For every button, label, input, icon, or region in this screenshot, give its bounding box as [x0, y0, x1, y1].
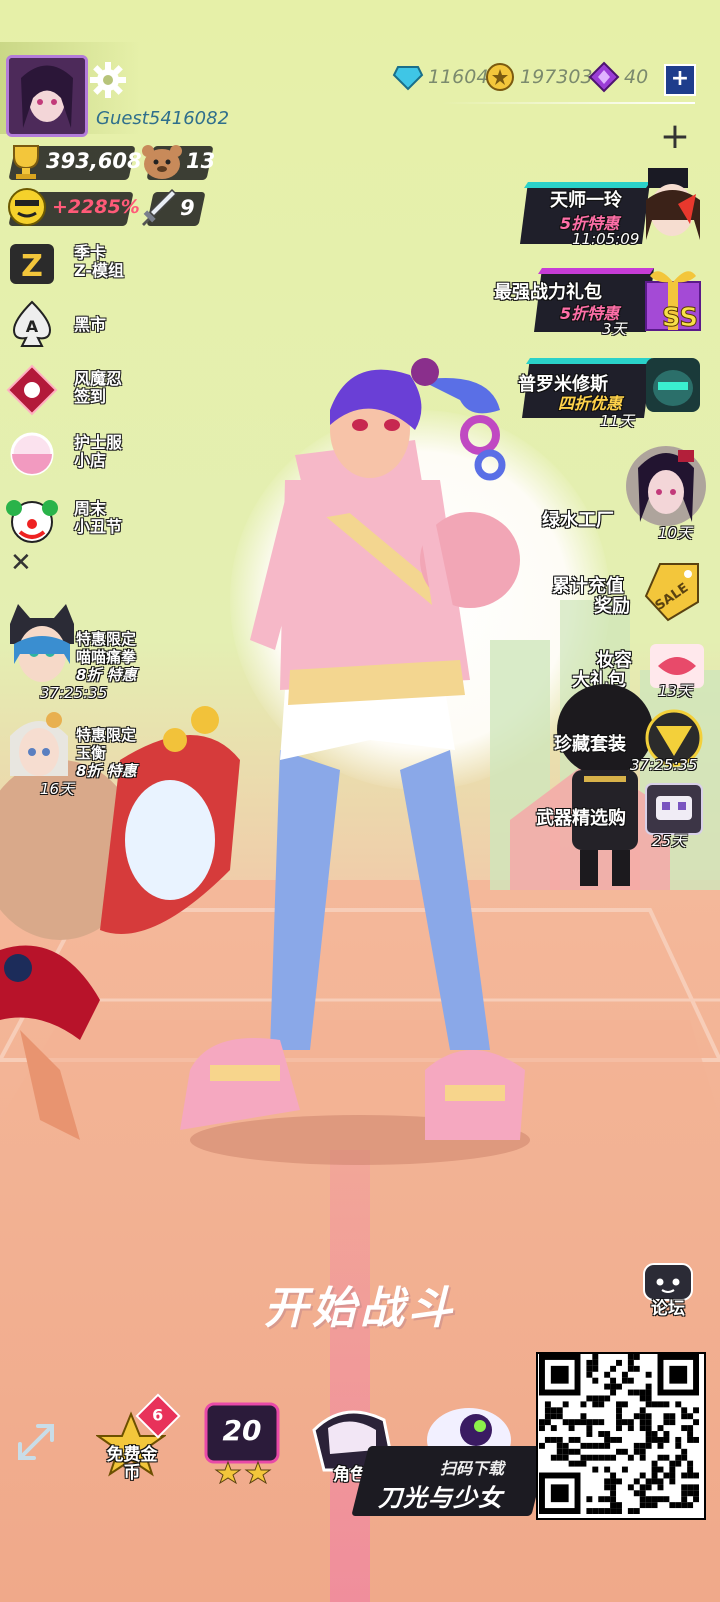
gem-icon: [392, 66, 424, 91]
sword-icon: [142, 188, 178, 226]
coin-icon: [486, 63, 514, 91]
promo-title: 珍藏套装: [554, 734, 626, 755]
expand-plus-icon[interactable]: +: [658, 119, 692, 155]
left-promo-cat-fist[interactable]: 特惠限定 喵喵痛拳 8折 特惠 37:25:35: [0, 600, 180, 702]
promo-timer: 13天: [658, 682, 693, 700]
menu-weekend-clown[interactable]: 周末 小丑节: [6, 494, 186, 550]
promo-line3: 8折 特惠: [76, 762, 137, 780]
promo-line2: 喵喵痛拳: [76, 648, 137, 666]
purple-crystal-icon: [588, 61, 620, 93]
cat-girl-portrait-icon: [10, 604, 74, 682]
shuriken-icon: [6, 364, 58, 416]
promo-timer: 16天: [40, 780, 75, 798]
gem-amount: 11604: [428, 66, 489, 88]
currency-underline: [440, 102, 695, 104]
free-coins-label: 免费金币: [106, 1445, 158, 1483]
fullscreen-expand-icon[interactable]: [14, 1420, 58, 1464]
coin-currency[interactable]: 197303: [484, 60, 593, 94]
bear-count: 13: [186, 149, 216, 173]
gothic-girl-portrait-icon: [626, 446, 706, 526]
sword-count: 9: [180, 196, 195, 220]
qr-code-image: [539, 1354, 699, 1514]
runway-stripe: [330, 1150, 370, 1602]
sale-tag-icon: SALE: [644, 563, 699, 622]
promo-timer: 25天: [652, 832, 687, 850]
promo-line1: 特惠限定: [76, 726, 137, 744]
menu-nurse-shop[interactable]: 护士服 小店: [6, 428, 186, 484]
promo-timer: 11天: [600, 412, 635, 430]
coin-amount: 197303: [520, 66, 593, 88]
menu-black-market[interactable]: A 黑市: [6, 298, 186, 354]
promo-timer: 37:25:35: [630, 756, 698, 774]
promo-recharge-reward[interactable]: SALE 累计充值 奖励: [548, 560, 708, 630]
menu-season-card[interactable]: Z 季卡 Z-模组: [6, 238, 186, 294]
bear-icon: [142, 145, 182, 179]
gem-currency[interactable]: 11604: [392, 60, 488, 94]
promo-strongest-pack[interactable]: SS 最强战力礼包 5折特惠 3天: [494, 262, 709, 342]
promo-line1: 特惠限定: [76, 630, 137, 648]
promo-timer: 3天: [602, 320, 627, 338]
svg-text:A: A: [26, 317, 39, 336]
yuheng-portrait-icon: [10, 712, 68, 776]
menu-ninja-checkin[interactable]: 风魔忍 签到: [6, 364, 186, 420]
trophy-icon: [13, 145, 39, 179]
crystal-amount: 40: [624, 66, 649, 88]
promo-title: 武器精选购: [536, 808, 626, 829]
promo-subtitle: 奖励: [594, 596, 630, 617]
menu-label: 黑市: [74, 315, 107, 334]
free-coins-button[interactable]: 6 免费金币: [96, 1393, 181, 1484]
player-avatar[interactable]: [6, 55, 88, 137]
z-badge-icon: Z: [10, 244, 54, 284]
add-currency-button[interactable]: +: [664, 64, 696, 96]
promo-line3: 8折 特惠: [76, 666, 137, 684]
promo-collection-set[interactable]: 珍藏套装 37:25:35: [552, 708, 710, 778]
tianshi-portrait-icon: [646, 168, 700, 240]
forum-label[interactable]: 论坛: [640, 1294, 696, 1319]
gift-box-icon: SS: [645, 271, 701, 334]
level-button[interactable]: 20: [204, 1400, 284, 1484]
menu-label: 周末 小丑节: [74, 499, 123, 536]
qr-code: [536, 1352, 706, 1520]
svg-text:Z: Z: [21, 249, 43, 284]
promo-tianshi[interactable]: 天师一玲 5折特惠 11:05:09: [520, 164, 710, 254]
prometheus-helmet-icon: [646, 358, 700, 412]
banner-scan-text: 扫码下载: [440, 1459, 505, 1478]
promo-timer: 11:05:09: [572, 230, 640, 248]
bonus-percent: +2285%: [52, 196, 140, 218]
close-icon[interactable]: ✕: [10, 548, 32, 578]
level-stars-icon: [214, 1460, 272, 1484]
svg-text:SS: SS: [662, 303, 698, 333]
capsule-icon: [10, 432, 54, 476]
promo-line2: 玉衡: [76, 744, 107, 762]
level-number: 20: [222, 1414, 262, 1447]
crystal-currency[interactable]: 40: [588, 60, 648, 94]
avatar-portrait: [9, 58, 85, 134]
promo-title: 绿水工厂: [542, 510, 614, 531]
promo-timer: 10天: [658, 524, 693, 542]
player-name: Guest5416082: [96, 108, 230, 129]
start-battle-button[interactable]: 开始战斗: [0, 1272, 720, 1336]
banner-game-title: 刀光与少女: [378, 1484, 503, 1512]
settings-gear-icon[interactable]: [88, 60, 128, 100]
spade-icon: A: [12, 300, 52, 347]
menu-label: 护士服 小店: [74, 433, 123, 470]
promo-prometheus[interactable]: 普罗米修斯 四折优惠 11天: [518, 352, 708, 432]
smiley-boost-icon: [8, 188, 46, 226]
menu-label: 风魔忍 签到: [74, 369, 123, 406]
promo-title: 天师一玲: [550, 190, 622, 211]
promo-green-factory[interactable]: 绿水工厂 10天: [540, 442, 710, 546]
clown-icon: [6, 500, 58, 543]
trophy-count: 393,608: [46, 149, 142, 173]
left-promo-yuheng[interactable]: 特惠限定 玉衡 8折 特惠 16天: [0, 700, 180, 800]
menu-label: 季卡 Z-模组: [74, 243, 124, 280]
promo-weapon-select[interactable]: 武器精选购 25天: [534, 778, 710, 850]
